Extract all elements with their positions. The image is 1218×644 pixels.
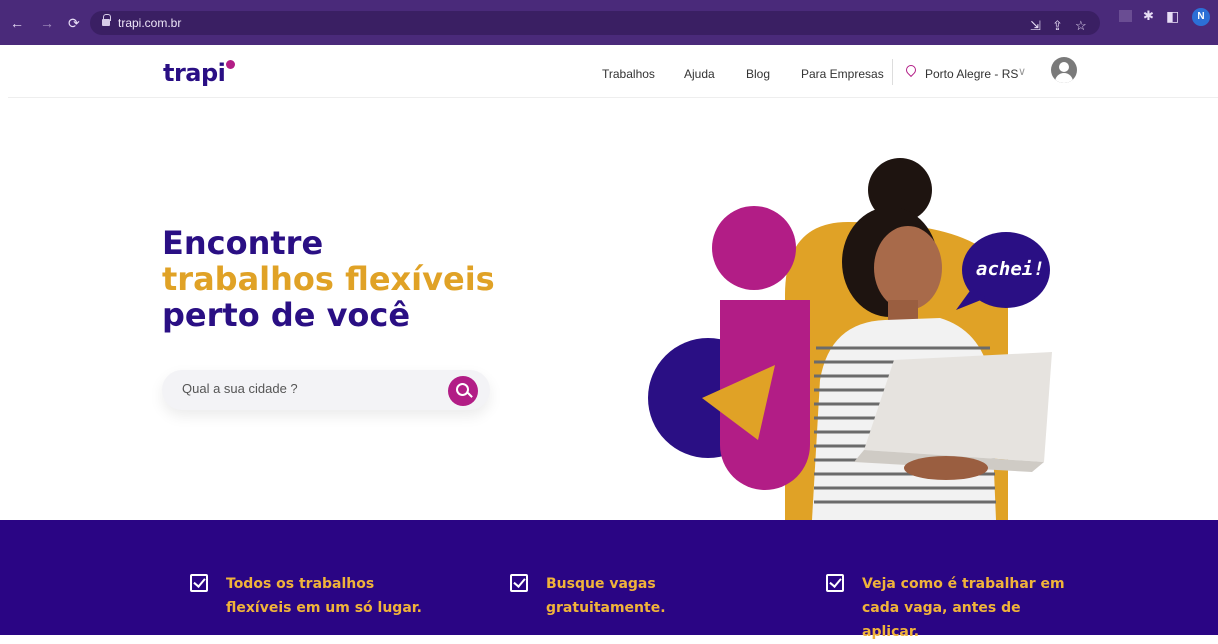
nav-trabalhos[interactable]: Trabalhos — [602, 67, 655, 81]
feature-line2: cada vaga, antes de aplicar. — [862, 600, 1021, 640]
checkbox-icon — [510, 574, 528, 592]
feature-line2: flexíveis em um só lugar. — [226, 600, 422, 616]
nav-divider — [892, 59, 893, 85]
hero-title-line3: perto de você — [162, 296, 411, 334]
location-pin-icon — [903, 62, 919, 78]
browser-toolbar: ← → ⟳ trapi.com.br ⇲ ⇪ ☆ ✱ ◧ N — [0, 0, 1218, 45]
city-selector[interactable]: Porto Alegre - RS — [925, 67, 1018, 81]
city-search — [162, 370, 490, 410]
nav-para-empresas[interactable]: Para Empresas — [801, 67, 884, 81]
illustration-art — [648, 158, 1052, 520]
checkbox-icon — [826, 574, 844, 592]
forward-icon[interactable]: → — [40, 15, 54, 31]
address-bar[interactable]: trapi.com.br ⇲ ⇪ ☆ — [90, 11, 1100, 35]
feature-text: Todos os trabalhos flexíveis em um só lu… — [226, 572, 446, 620]
browser-bar: ← → ⟳ trapi.com.br ⇲ ⇪ ☆ ✱ ◧ N — [0, 8, 1218, 38]
feature-line1: Veja como é trabalhar em — [862, 576, 1065, 592]
bookmark-star-icon[interactable]: ☆ — [1075, 18, 1087, 34]
feature-line1: Todos os trabalhos — [226, 576, 375, 592]
feature-text: Veja como é trabalhar em cada vaga, ante… — [862, 572, 1082, 644]
search-button[interactable] — [448, 376, 478, 406]
feature-line1: Busque vagas — [546, 576, 656, 592]
hero-title-highlight: trabalhos flexíveis — [162, 260, 495, 298]
hero-illustration: achei! — [640, 150, 1060, 520]
lock-icon — [102, 14, 111, 27]
hero-title-line1: Encontre — [162, 224, 324, 262]
extensions-puzzle-icon[interactable]: ✱ — [1143, 8, 1154, 24]
site-header: trapi Trabalhos Ajuda Blog Para Empresas… — [8, 45, 1218, 98]
nav-ajuda[interactable]: Ajuda — [684, 67, 715, 81]
city-search-input[interactable] — [180, 380, 440, 397]
trapi-logo[interactable]: trapi — [163, 59, 226, 87]
user-account-icon[interactable] — [1051, 57, 1077, 83]
checkbox-icon — [190, 574, 208, 592]
hero-title: Encontre trabalhos flexíveis perto de vo… — [162, 225, 495, 333]
feature-line2: gratuitamente. — [546, 600, 666, 616]
nav-blog[interactable]: Blog — [746, 67, 770, 81]
side-panel-icon[interactable]: ◧ — [1166, 8, 1179, 24]
back-icon[interactable]: ← — [10, 15, 24, 31]
url-text: trapi.com.br — [118, 16, 182, 30]
extension-icon[interactable] — [1119, 10, 1132, 22]
reload-icon[interactable]: ⟳ — [68, 15, 80, 31]
chevron-down-icon[interactable]: ∨ — [1018, 65, 1026, 78]
profile-avatar[interactable]: N — [1192, 8, 1210, 26]
feature-text: Busque vagas gratuitamente. — [546, 572, 766, 620]
speech-bubble-text: achei! — [976, 258, 1045, 280]
share-icon[interactable]: ⇪ — [1052, 18, 1063, 34]
logo-dot — [226, 60, 235, 69]
install-icon[interactable]: ⇲ — [1030, 18, 1041, 34]
